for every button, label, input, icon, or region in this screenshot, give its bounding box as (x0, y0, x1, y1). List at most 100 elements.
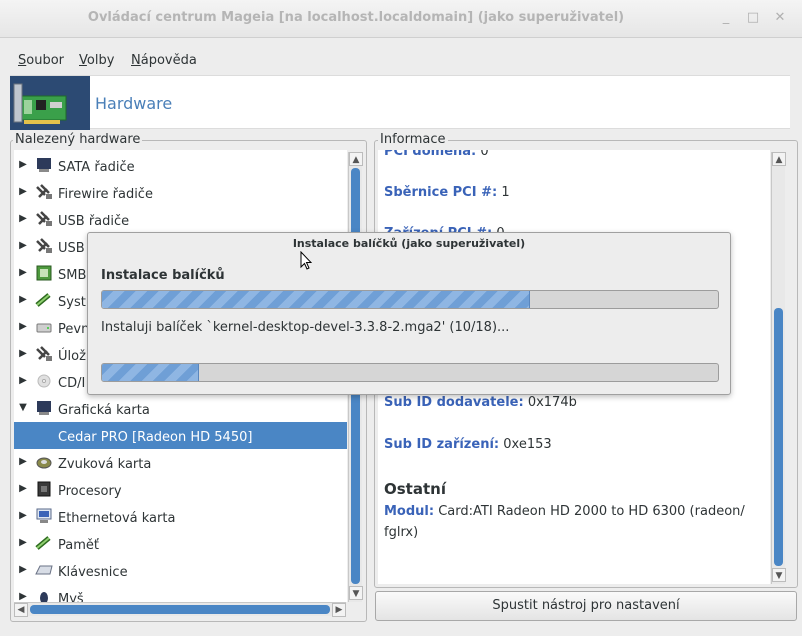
cdrom-icon (35, 372, 53, 390)
tree-item-label: USB (58, 241, 85, 256)
close-button[interactable]: ✕ (772, 9, 788, 27)
tree-item-label: CD/I (58, 376, 86, 391)
keyboard-icon (35, 561, 53, 579)
run-config-tool-button[interactable]: Spustit nástroj pro nastavení (375, 591, 797, 621)
dialog-title: Instalace balíčků (jako superuživatel) (292, 237, 526, 250)
expander-icon[interactable]: ▶ (17, 456, 29, 468)
banner-arrow (76, 76, 90, 130)
tree-item-processors[interactable]: ▶ Procesory (14, 476, 347, 503)
tree-item-sound[interactable]: ▶ Zvuková karta (14, 449, 347, 476)
info-frame-label: Informace (378, 132, 448, 147)
overall-progress-bar (101, 290, 719, 309)
harddisk-icon (35, 318, 53, 336)
window-titlebar: Ovládací centrum Mageia [na localhost.lo… (0, 0, 802, 38)
expander-icon[interactable]: ▼ (17, 402, 29, 414)
scroll-left-icon[interactable]: ◀ (14, 603, 28, 617)
info-sub-device: Sub ID zařízení: 0xe153 (384, 437, 552, 452)
tree-item-graphics[interactable]: ▼ Grafická karta (14, 395, 347, 422)
storage-icon (35, 345, 53, 363)
expander-icon[interactable]: ▶ (17, 564, 29, 576)
tree-item-ethernet[interactable]: ▶ Ethernetová karta (14, 503, 347, 530)
sound-card-icon (35, 453, 53, 471)
sata-controller-icon (35, 156, 53, 174)
tree-item-keyboard[interactable]: ▶ Klávesnice (14, 557, 347, 584)
tree-item-label: Firewire řadiče (58, 187, 153, 202)
dialog-status: Instaluji balíček `kernel-desktop-devel-… (101, 320, 510, 335)
tree-item-label: SATA řadiče (58, 160, 135, 175)
tree-item-label: Zvuková karta (58, 457, 152, 472)
package-progress-bar (101, 363, 719, 382)
tree-item-label: Syst (58, 295, 86, 310)
mouse-icon (35, 588, 53, 602)
expander-icon[interactable]: ▶ (17, 159, 29, 171)
scroll-down-icon[interactable]: ▼ (349, 586, 363, 600)
info-scroll-thumb[interactable] (774, 308, 783, 566)
firewire-controller-icon (35, 183, 53, 201)
info-module: Modul: Card:ATI Radeon HD 2000 to HD 630… (384, 504, 745, 519)
tree-item-label: Klávesnice (58, 565, 128, 580)
menu-napoveda[interactable]: Nápověda (131, 53, 197, 68)
tree-item-label: Procesory (58, 484, 122, 499)
banner-title: Hardware (95, 94, 173, 113)
tree-item-label: Pevn (58, 322, 90, 337)
expander-icon[interactable]: ▶ (17, 375, 29, 387)
expander-icon[interactable]: ▶ (17, 321, 29, 333)
tree-item-sata[interactable]: ▶ SATA řadiče (14, 152, 347, 179)
info-sub-vendor: Sub ID dodavatele: 0x174b (384, 395, 577, 410)
scroll-down-icon[interactable]: ▼ (772, 568, 786, 582)
scroll-up-icon[interactable]: ▲ (772, 152, 786, 166)
expander-icon[interactable]: ▶ (17, 483, 29, 495)
tree-item-mouse[interactable]: ▶ Myš (14, 584, 347, 602)
expander-icon[interactable]: ▶ (17, 267, 29, 279)
memory-icon (35, 534, 53, 552)
usb-icon (35, 237, 53, 255)
minimize-button[interactable]: _ (718, 9, 734, 27)
tree-horizontal-scrollbar[interactable]: ◀ ▶ (14, 602, 346, 617)
expander-icon[interactable]: ▶ (17, 510, 29, 522)
info-pci-domain: PCI doména: 0 (384, 150, 489, 159)
graphics-card-icon (35, 399, 53, 417)
section-banner: Hardware (10, 75, 790, 130)
mouse-cursor-icon (300, 251, 312, 270)
info-other-heading: Ostatní (384, 480, 446, 498)
install-packages-dialog: Instalace balíčků (jako superuživatel) I… (87, 232, 731, 395)
expander-icon[interactable]: ▶ (17, 294, 29, 306)
ethernet-card-icon (35, 507, 53, 525)
tree-item-label: SMB (58, 268, 87, 283)
usb-controller-icon (35, 210, 53, 228)
window-title: Ovládací centrum Mageia [na localhost.lo… (87, 10, 625, 25)
tree-item-label: Paměť (58, 538, 99, 553)
expander-icon[interactable]: ▶ (17, 348, 29, 360)
hardware-frame-label: Nalezený hardware (13, 132, 143, 147)
scroll-right-icon[interactable]: ▶ (332, 603, 346, 617)
dialog-heading: Instalace balíčků (101, 268, 225, 283)
overall-progress-fill (102, 291, 531, 308)
info-vertical-scrollbar[interactable]: ▲ ▼ (771, 152, 786, 584)
tree-item-label: Myš (58, 592, 84, 602)
smbus-icon (35, 264, 53, 282)
menu-volby[interactable]: Volby (79, 53, 114, 68)
expander-icon[interactable]: ▶ (17, 186, 29, 198)
tree-item-label: Ethernetová karta (58, 511, 176, 526)
tree-item-cedar-pro[interactable]: Cedar PRO [Radeon HD 5450] (14, 422, 347, 449)
maximize-button[interactable]: □ (745, 9, 761, 27)
system-icon (35, 291, 53, 309)
processor-icon (35, 480, 53, 498)
menu-soubor[interactable]: Soubor (18, 53, 64, 68)
expander-icon[interactable]: ▶ (17, 537, 29, 549)
tree-item-label: Grafická karta (58, 403, 150, 418)
expander-icon[interactable]: ▶ (17, 591, 29, 602)
tree-item-usb-controllers[interactable]: ▶ USB řadiče (14, 206, 347, 233)
menu-bar: Soubor Volby Nápověda (10, 48, 800, 74)
tree-item-label: Úlož (58, 349, 86, 364)
info-module-cont: fglrx) (384, 525, 419, 540)
expander-icon[interactable]: ▶ (17, 240, 29, 252)
expander-icon[interactable]: ▶ (17, 213, 29, 225)
tree-item-firewire[interactable]: ▶ Firewire řadiče (14, 179, 347, 206)
info-pci-bus: Sběrnice PCI #: 1 (384, 185, 510, 200)
tree-hscroll-thumb[interactable] (30, 605, 330, 614)
package-progress-fill (102, 364, 200, 381)
tree-item-label: Cedar PRO [Radeon HD 5450] (58, 430, 253, 445)
tree-item-memory[interactable]: ▶ Paměť (14, 530, 347, 557)
scroll-up-icon[interactable]: ▲ (349, 152, 363, 166)
